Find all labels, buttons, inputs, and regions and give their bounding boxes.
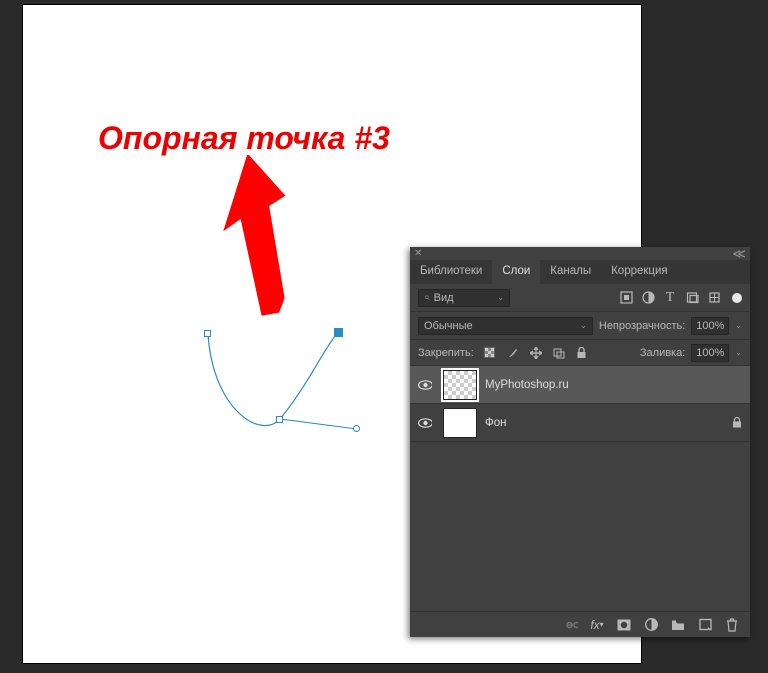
delete-layer-icon[interactable] [724, 617, 740, 633]
filter-shape-icon[interactable] [684, 290, 700, 306]
lock-artboard-icon[interactable] [551, 345, 567, 361]
filter-toggle-icon[interactable] [732, 293, 742, 303]
layer-fx-icon[interactable]: fx▾ [589, 617, 605, 633]
fill-value[interactable]: 100% [691, 344, 729, 362]
layer-filter-dropdown[interactable]: ⌕ Вид ⌄ [418, 289, 510, 307]
filter-type-icon[interactable]: T [662, 290, 678, 306]
adjustment-layer-icon[interactable] [643, 617, 659, 633]
layer-name[interactable]: Фон [485, 417, 507, 429]
link-layers-icon[interactable] [562, 617, 578, 633]
opacity-label: Непрозрачность: [599, 320, 685, 332]
tab-adjustments[interactable]: Коррекция [601, 260, 678, 284]
lock-brush-icon[interactable] [505, 345, 521, 361]
layers-panel: ✕ ≪ Библиотеки Слои Каналы Коррекция ⌕ В… [410, 247, 750, 637]
chevron-down-icon[interactable]: ⌄ [735, 348, 742, 357]
anchor-point-2[interactable] [276, 416, 283, 423]
chevron-down-icon: ⌄ [497, 293, 504, 302]
panel-topbar: ✕ ≪ [410, 247, 750, 260]
lock-row: Закрепить: Заливка: 100% ⌄ [410, 340, 750, 366]
layer-group-icon[interactable] [670, 617, 686, 633]
layer-thumbnail[interactable] [443, 370, 477, 400]
tab-channels[interactable]: Каналы [540, 260, 601, 284]
chevron-down-icon: ⌄ [580, 321, 587, 330]
anchor-point-1[interactable] [204, 330, 211, 337]
fill-label: Заливка: [640, 347, 685, 359]
opacity-value[interactable]: 100% [691, 317, 729, 335]
layer-name[interactable]: MyPhotoshop.ru [485, 379, 569, 391]
layer-list: MyPhotoshop.ru Фон [410, 366, 750, 616]
panel-tabs: Библиотеки Слои Каналы Коррекция [410, 260, 750, 284]
lock-position-icon[interactable] [528, 345, 544, 361]
lock-label: Закрепить: [418, 347, 474, 359]
filter-label: Вид [434, 292, 454, 304]
panel-menu-icon[interactable]: ≪ [732, 246, 744, 262]
filter-pixel-icon[interactable] [618, 290, 634, 306]
lock-icons-group [482, 345, 590, 361]
chevron-down-icon[interactable]: ⌄ [735, 321, 742, 330]
layer-item[interactable]: Фон [410, 404, 750, 442]
filter-row: ⌕ Вид ⌄ T [410, 284, 750, 312]
lock-all-icon[interactable] [574, 345, 590, 361]
layer-item[interactable]: MyPhotoshop.ru [410, 366, 750, 404]
new-layer-icon[interactable] [697, 617, 713, 633]
panel-bottom-bar: fx▾ [410, 611, 750, 637]
panel-close-icon[interactable]: ✕ [414, 248, 422, 259]
anchor-point-3[interactable] [334, 328, 343, 337]
tab-layers[interactable]: Слои [492, 260, 540, 284]
blend-row: Обычные ⌄ Непрозрачность: 100% ⌄ [410, 312, 750, 340]
blend-mode-value: Обычные [424, 320, 473, 332]
anchor-handle-end[interactable] [353, 425, 360, 432]
visibility-icon[interactable] [418, 416, 432, 430]
layer-mask-icon[interactable] [616, 617, 632, 633]
filter-adjustment-icon[interactable] [640, 290, 656, 306]
lock-icon[interactable] [732, 417, 742, 428]
filter-smart-icon[interactable] [706, 290, 722, 306]
tab-libraries[interactable]: Библиотеки [410, 260, 492, 284]
visibility-icon[interactable] [418, 378, 432, 392]
layer-thumbnail[interactable] [443, 408, 477, 438]
search-icon: ⌕ [424, 292, 430, 303]
blend-mode-dropdown[interactable]: Обычные ⌄ [418, 317, 593, 335]
lock-pixels-icon[interactable] [482, 345, 498, 361]
